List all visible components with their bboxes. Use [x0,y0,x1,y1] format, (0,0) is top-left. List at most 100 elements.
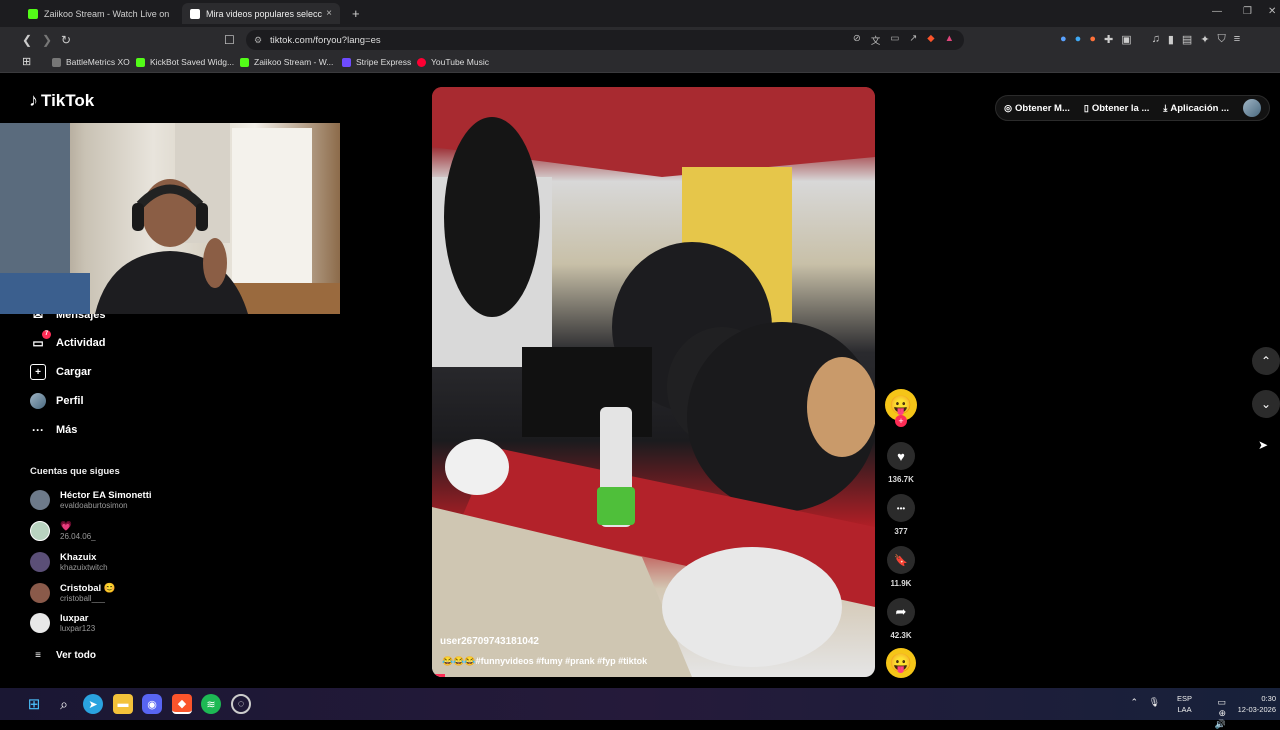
bookmark-item[interactable]: KickBot Saved Widg... [136,57,234,67]
get-app-button[interactable]: ▯ Obtener la ... [1084,103,1150,114]
share-button[interactable]: ➦ 42.3K [886,598,916,640]
file-explorer-icon[interactable]: ▬ [113,694,133,714]
account-name: Cristobal 😊 [60,583,116,594]
following-account[interactable]: Khazuix khazuixtwitch [30,552,108,572]
following-title: Cuentas que sigues [30,466,120,477]
share-page-icon[interactable]: ↗ [909,33,917,47]
discord-icon[interactable]: ◉ [142,694,162,714]
bookmark-icon [240,57,249,67]
video-player[interactable]: user2670974318104​2 😂😂😂#funnyvideos #fum… [432,87,875,677]
extensions-puzzle-icon[interactable]: ✚ [1104,33,1113,46]
cast-icon[interactable]: ▭ [890,33,899,47]
avatar [30,613,50,633]
clock[interactable]: 0:30 12-03-2026 [1238,693,1276,715]
profile-avatar[interactable] [1243,99,1261,117]
back-icon[interactable]: ❮ [22,32,32,48]
bookmark-button[interactable]: 🔖 11.9K [886,546,916,588]
bookmark-item[interactable]: YouTube Music [417,57,489,67]
vpn-icon[interactable]: ⛉ [1218,33,1226,46]
tab-kick[interactable]: Zaiikoo Stream - Watch Live on Kick [20,3,180,24]
sidebar-icon[interactable]: ▮ [1168,33,1174,46]
app-icon[interactable]: ◌ [231,694,251,714]
network-volume-icons[interactable]: ▭ ⊕ 🔊 [1215,697,1226,730]
following-account[interactable]: Cristobal 😊 cristoball___ [30,583,116,603]
search-icon[interactable]: ⌕ [54,694,74,714]
clock-date: 12-03-2026 [1237,705,1276,714]
extension-icon[interactable]: ● [1060,33,1067,46]
nav-upload[interactable]: + Cargar [30,364,91,380]
wallet-icon[interactable]: ▤ [1182,33,1192,46]
bookmark-page-icon[interactable]: ☐ [224,32,235,48]
tray-chevron-icon[interactable]: ⌃ [1130,697,1138,708]
brave-shield-icon[interactable]: ◆ [927,33,934,47]
translate-icon[interactable]: 文 [871,33,881,47]
reload-icon[interactable]: ↻ [61,32,71,48]
video-author[interactable]: user2670974318104​2 [440,636,539,647]
author-avatar[interactable]: 😛 + [885,389,917,427]
language-indicator[interactable]: ESP LAA [1177,693,1192,715]
extension-icon[interactable]: ● [1075,33,1082,46]
follow-plus-icon[interactable]: + [895,415,907,427]
video-progress-bar[interactable] [432,674,446,677]
next-video-button[interactable]: ⌄ [1252,390,1280,418]
list-icon: ≡ [35,649,41,661]
comment-button[interactable]: ••• 377 [886,494,916,536]
microphone-icon[interactable]: 🎙 [1149,697,1160,708]
extension-icon[interactable]: ● [1089,33,1096,46]
comment-icon: ••• [887,494,915,522]
music-icon[interactable]: ♫ [1152,33,1160,46]
site-info-icon[interactable]: ⚙ [254,35,262,46]
nav-profile[interactable]: Perfil [30,393,84,409]
leo-ai-icon[interactable]: ✦ [1200,33,1209,46]
forward-icon[interactable]: ❯ [42,32,52,48]
get-coins-label: Obtener M... [1015,102,1070,114]
brave-rewards-icon[interactable]: ▲ [945,33,954,47]
avatar [30,490,50,510]
following-account[interactable]: 💗 26.04.06_ [30,521,96,541]
menu-icon[interactable]: ≡ [1234,33,1240,46]
see-all-link[interactable]: ≡ Ver todo [30,647,96,663]
clock-time: 0:30 [1261,694,1276,703]
nav-more[interactable]: ··· Más [30,422,77,438]
get-coins-button[interactable]: ◎ Obtener M... [1004,103,1070,114]
close-window-button[interactable]: ✕ [1268,6,1276,17]
nav-activity[interactable]: ▭ 7 Actividad [30,330,106,351]
account-handle: evaldoaburtosimon [60,501,128,510]
telegram-icon[interactable]: ➤ [83,694,103,714]
nav-label: Actividad [56,337,106,349]
desktop-app-button[interactable]: ⤓ Aplicación ... [1163,103,1229,114]
maximize-button[interactable]: ❐ [1243,6,1252,17]
bookmark-item[interactable]: Stripe Express [342,57,411,67]
spotify-icon[interactable]: ≋ [201,694,221,714]
close-tab-icon[interactable]: × [326,8,332,19]
tiktok-logo[interactable]: ♪ TikTok [29,90,94,111]
following-account[interactable]: luxpar luxpar123 [30,613,95,633]
music-disc[interactable]: 😛 [886,648,916,678]
new-tab-button[interactable]: + [344,3,364,24]
bookmark-label: KickBot Saved Widg... [150,57,235,67]
bookmark-icon [417,57,426,67]
following-account[interactable]: Héctor EA Simonetti evaldoaburtosimon [30,490,152,510]
apps-grid-icon[interactable]: ⊞ [22,55,31,68]
minimize-button[interactable]: — [1212,6,1222,17]
keyboard-layout: LAA [1177,705,1192,714]
start-icon[interactable]: ⊞ [24,694,44,714]
bookmark-item[interactable]: Zaiikoo Stream - W... [240,57,333,67]
windows-taskbar: ⊞ ⌕ ➤ ▬ ◉ ◆ ≋ ◌ ⌃ 🎙 ESP LAA ▭ ⊕ 🔊 0:30 1… [0,688,1280,729]
share-count: 42.3K [890,631,912,640]
webcam-overlay [0,123,340,314]
address-bar[interactable]: ⚙ tiktok.com/foryou?lang=es ⊘ 文 ▭ ↗ ◆ ▲ [246,30,964,50]
music-disc-icon: 😛 [886,648,916,678]
like-button[interactable]: ♥ 136.7K [886,442,916,484]
previous-video-button[interactable]: ⌃ [1252,347,1280,375]
video-caption[interactable]: 😂😂😂#funnyvideos #fumy #prank #fyp #tikto… [442,656,647,667]
bookmark-item[interactable]: BattleMetrics XO [52,57,130,67]
share-icon: ➦ [887,598,915,626]
account-handle: luxpar123 [60,624,96,633]
bookmark-icon [136,57,145,67]
brave-icon[interactable]: ◆ [172,694,192,714]
tab-tiktok[interactable]: Mira videos populares selecc × [182,3,340,24]
chevron-up-icon: ⌃ [1260,354,1272,368]
screenshot-icon[interactable]: ▣ [1121,33,1131,46]
no-tracking-icon[interactable]: ⊘ [853,33,861,47]
